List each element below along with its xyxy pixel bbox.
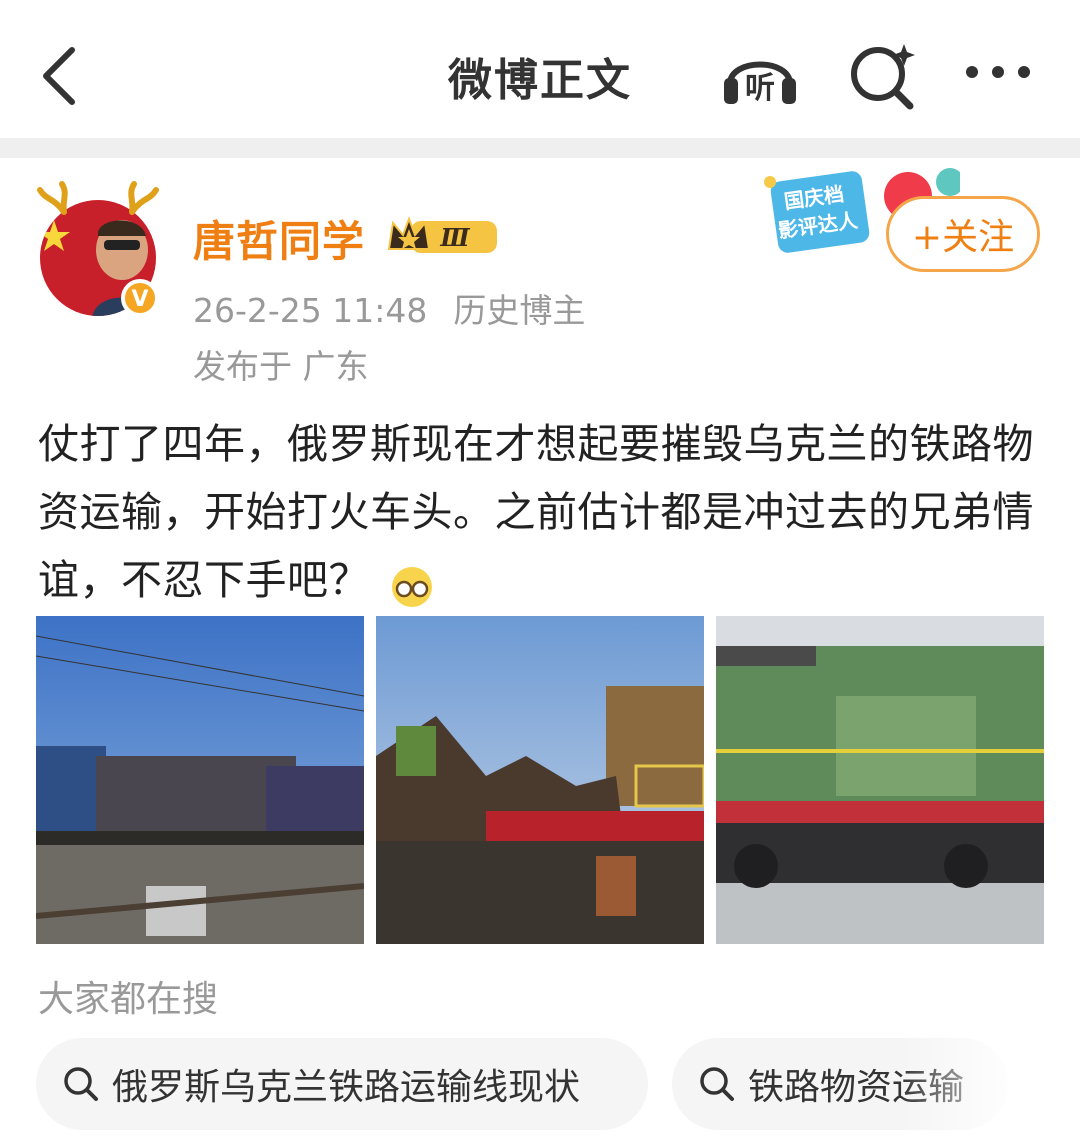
chip-text: 俄罗斯乌克兰铁路运输线现状 <box>112 1067 581 1108</box>
listen-label: 听 <box>745 71 775 106</box>
search-button[interactable] <box>846 38 926 110</box>
headphones-icon: 听 <box>724 61 796 106</box>
post-content: 仗打了四年，俄罗斯现在才想起要摧毁乌克兰的铁路物资运输，开始打火车头。之前估计都… <box>38 410 1048 614</box>
post-location: 发布于 广东 <box>193 347 369 386</box>
more-button[interactable] <box>960 38 1040 110</box>
scroll-fade <box>900 1038 1080 1141</box>
search-sparkle-icon <box>851 44 915 110</box>
follow-button[interactable]: +关注 <box>886 196 1040 272</box>
trending-search-chip[interactable]: 俄罗斯乌克兰铁路运输线现状 <box>36 1038 648 1130</box>
verified-icon: V <box>131 287 148 312</box>
search-icon <box>700 1067 734 1101</box>
post-image-3[interactable] <box>716 616 1044 944</box>
trending-search-label: 大家都在搜 <box>38 979 219 1020</box>
author-name[interactable]: 唐哲同学 <box>193 208 365 269</box>
search-icon <box>64 1067 98 1101</box>
section-divider <box>0 138 1080 158</box>
author-tag: 历史博主 <box>453 291 586 330</box>
top-bar: 微博正文 听 <box>0 0 1080 138</box>
avatar[interactable]: V <box>36 180 166 320</box>
post-meta: 26-2-25 11:48 历史博主 <box>193 284 585 332</box>
glasses-emoji-icon <box>390 561 434 607</box>
level-badge: Ⅲ <box>439 223 470 252</box>
post-image-1[interactable] <box>36 616 364 944</box>
listen-button[interactable]: 听 <box>720 38 800 110</box>
post-image-2[interactable] <box>376 616 704 944</box>
member-crown-badge[interactable]: Ⅲ <box>385 213 501 259</box>
more-dots-icon <box>966 66 1030 78</box>
post-text: 仗打了四年，俄罗斯现在才想起要摧毁乌克兰的铁路物资运输，开始打火车头。之前估计都… <box>38 420 1034 604</box>
post-timestamp: 26-2-25 11:48 <box>193 291 428 330</box>
